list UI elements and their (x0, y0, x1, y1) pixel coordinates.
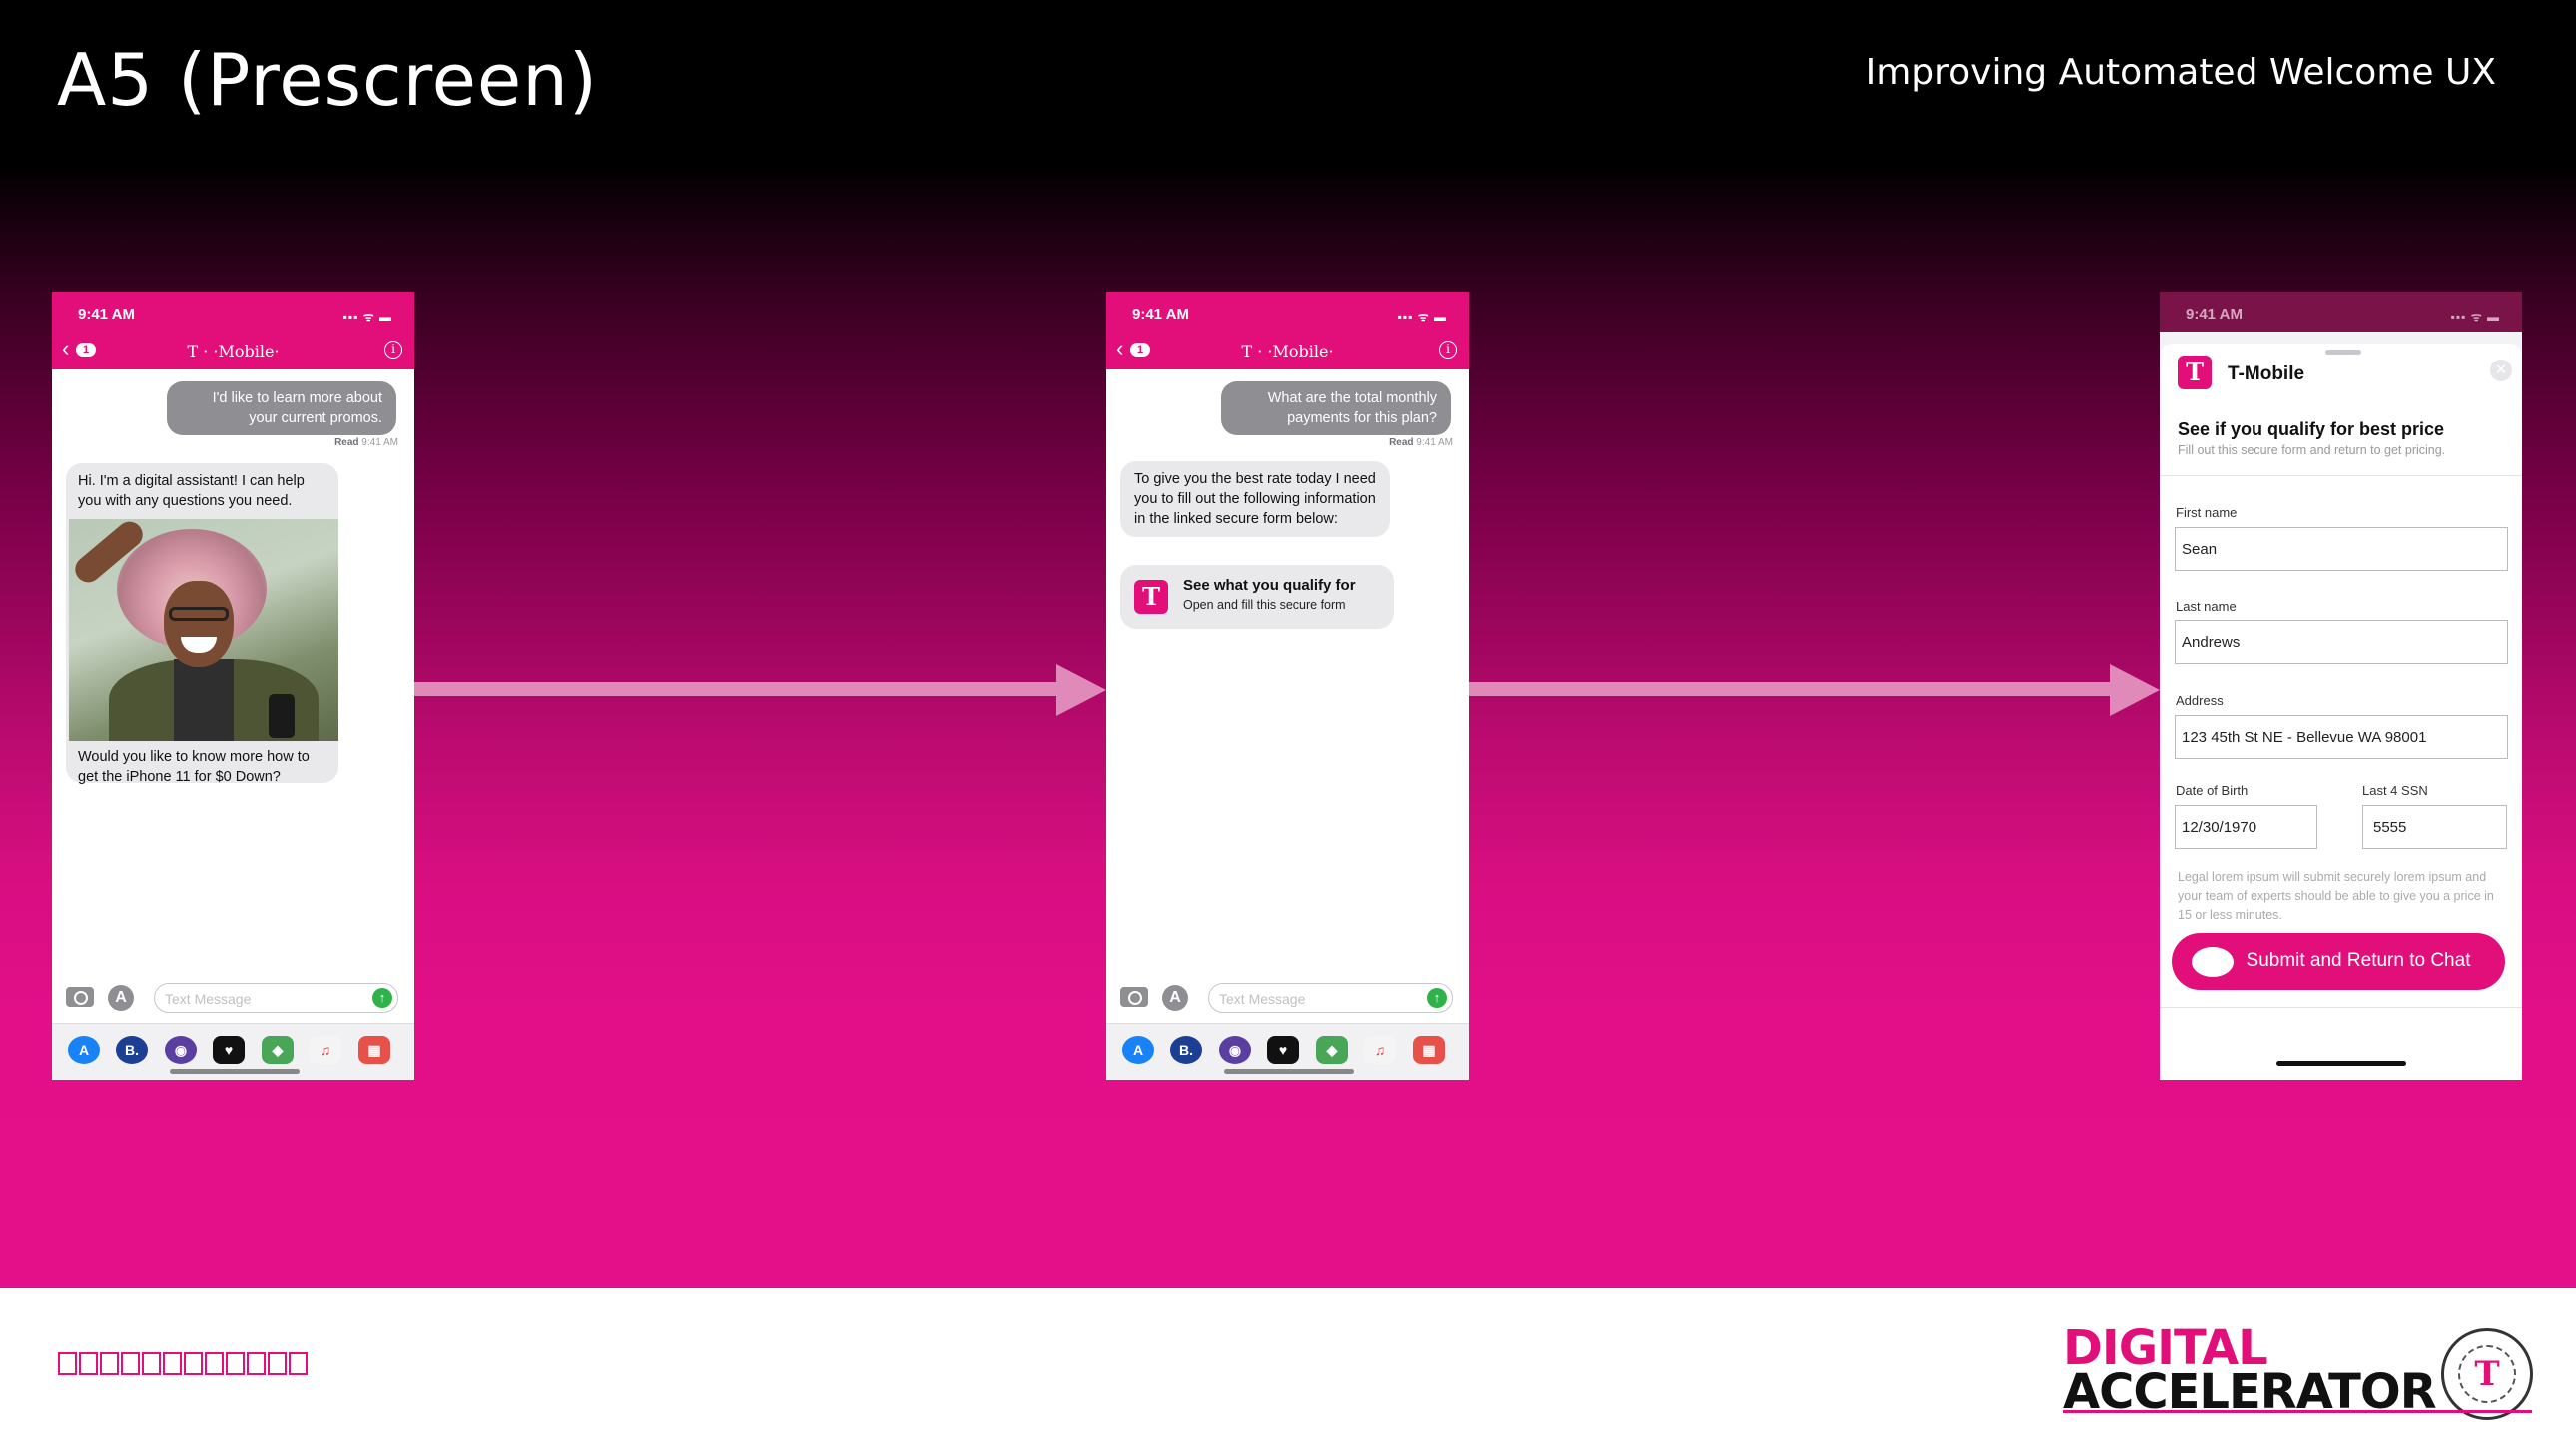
b-app-icon[interactable]: B. (1170, 1036, 1202, 1064)
read-receipt: Read 9:41 AM (1389, 437, 1453, 448)
logo-underline (2063, 1410, 2532, 1413)
message-input[interactable]: Text Message ↑ (1208, 983, 1453, 1013)
address-field[interactable]: 123 45th St NE - Bellevue WA 98001 (2175, 715, 2508, 759)
music-icon[interactable]: ♫ (1364, 1036, 1396, 1064)
secure-form-sheet: T T-Mobile ✕ See if you qualify for best… (2160, 344, 2522, 1080)
sheet-brand: T-Mobile (2228, 363, 2305, 384)
maps-icon[interactable]: ◆ (1316, 1036, 1348, 1064)
app-store-icon[interactable]: A (1122, 1036, 1154, 1064)
app-drawer: A B. ◉ ♥ ◆ ♫ ▦ (52, 1023, 414, 1080)
sheet-grabber[interactable] (2325, 350, 2361, 355)
app-drawer: A B. ◉ ♥ ◆ ♫ ▦ (1106, 1023, 1469, 1080)
camera-icon[interactable] (66, 987, 94, 1007)
send-icon[interactable]: ↑ (372, 988, 392, 1008)
maps-icon[interactable]: ◆ (262, 1036, 294, 1064)
accelerator-badge-icon: T (2441, 1328, 2533, 1420)
divider (2160, 475, 2522, 476)
music-icon[interactable]: ♫ (310, 1036, 341, 1064)
t-mobile-logo-icon: T (2178, 356, 2212, 389)
t-mobile-logo-icon: T (1134, 580, 1168, 614)
contact-name[interactable]: T · ·Mobile· (1106, 342, 1469, 361)
dob-field[interactable]: 12/30/1970 (2175, 805, 2317, 849)
status-bar: 9:41 AM ▪▪▪ ᯤ ▬ (1106, 292, 1469, 332)
submit-return-button[interactable]: Submit and Return to Chat (2172, 933, 2505, 990)
signal-icon: ▪▪▪ ᯤ ▬ (342, 310, 392, 324)
dob-label: Date of Birth (2176, 783, 2249, 798)
phone-screen-2: 9:41 AM ▪▪▪ ᯤ ▬ ‹ 1 T · ·Mobile· i What … (1106, 292, 1469, 1080)
incoming-message: To give you the best rate today I need y… (1120, 461, 1390, 537)
slide-subtitle: Improving Automated Welcome UX (1865, 52, 2496, 93)
signal-icon: ▪▪▪ ᯤ ▬ (2450, 310, 2500, 324)
card-subtitle: Open and fill this secure form (1183, 598, 1346, 612)
close-icon[interactable]: ✕ (2490, 360, 2512, 381)
phone-screen-1: 9:41 AM ▪▪▪ ᯤ ▬ ‹ 1 T · ·Mobile· i I'd l… (52, 292, 414, 1080)
form-subheading: Fill out this secure form and return to … (2178, 443, 2446, 457)
status-time: 9:41 AM (2186, 306, 2243, 323)
status-time: 9:41 AM (1132, 306, 1189, 323)
compose-row: A Text Message ↑ (52, 979, 414, 1019)
info-icon[interactable]: i (1439, 341, 1457, 359)
info-icon[interactable]: i (384, 341, 402, 359)
ssn-label: Last 4 SSN (2362, 783, 2428, 798)
first-name-label: First name (2176, 505, 2238, 520)
signal-icon: ▪▪▪ ᯤ ▬ (1397, 310, 1447, 324)
first-name-field[interactable]: Sean (2175, 527, 2508, 571)
secure-form-link-card[interactable]: T See what you qualify for Open and fill… (1120, 565, 1394, 629)
compose-row: A Text Message ↑ (1106, 979, 1469, 1019)
outgoing-message: I'd like to learn more about your curren… (167, 381, 396, 435)
heart-app-icon[interactable]: ♥ (213, 1036, 245, 1064)
flow-arrow-2 (1469, 664, 2160, 716)
status-bar: 9:41 AM ▪▪▪ ᯤ ▬ (52, 292, 414, 332)
footer-placeholder-glyphs (58, 1352, 308, 1375)
flow-arrow-1 (414, 664, 1106, 716)
form-heading: See if you qualify for best price (2178, 419, 2445, 439)
promo-photo[interactable] (69, 519, 338, 741)
outgoing-message: What are the total monthly payments for … (1221, 381, 1451, 435)
podcast-icon[interactable]: ◉ (1219, 1036, 1251, 1064)
drawer-handle[interactable] (1224, 1069, 1354, 1074)
status-bar: 9:41 AM ▪▪▪ ᯤ ▬ (2160, 292, 2522, 332)
phone-screen-3: 9:41 AM ▪▪▪ ᯤ ▬ T T-Mobile ✕ See if you … (2160, 292, 2522, 1080)
legal-text: Legal lorem ipsum will submit securely l… (2178, 870, 2494, 922)
messages-nav-bar: ‹ 1 T · ·Mobile· i (52, 332, 414, 369)
incoming-text-2: Would you like to know more how to get t… (78, 749, 310, 785)
incoming-text-1: Hi. I'm a digital assistant! I can help … (78, 473, 305, 509)
last-name-field[interactable]: Andrews (2175, 620, 2508, 664)
message-input[interactable]: Text Message ↑ (154, 983, 398, 1013)
app-store-icon[interactable]: A (68, 1036, 100, 1064)
app-store-icon[interactable]: A (108, 985, 134, 1011)
slide-title: A5 (Prescreen) (57, 38, 598, 122)
status-time: 9:41 AM (78, 306, 135, 323)
games-icon[interactable]: ▦ (358, 1036, 390, 1064)
last-name-label: Last name (2176, 599, 2237, 614)
send-icon[interactable]: ↑ (1427, 988, 1447, 1008)
heart-app-icon[interactable]: ♥ (1267, 1036, 1299, 1064)
ssn-field[interactable]: 5555 (2362, 805, 2507, 849)
slide: A5 (Prescreen) Improving Automated Welco… (0, 0, 2576, 1449)
drawer-handle[interactable] (170, 1069, 300, 1074)
messages-nav-bar: ‹ 1 T · ·Mobile· i (1106, 332, 1469, 369)
podcast-icon[interactable]: ◉ (165, 1036, 197, 1064)
games-icon[interactable]: ▦ (1413, 1036, 1445, 1064)
card-title: See what you qualify for (1183, 577, 1356, 594)
home-indicator[interactable] (2276, 1061, 2406, 1066)
divider (2160, 1007, 2522, 1008)
app-store-icon[interactable]: A (1162, 985, 1188, 1011)
contact-name[interactable]: T · ·Mobile· (52, 342, 414, 361)
read-receipt: Read 9:41 AM (334, 437, 398, 448)
submit-label: Submit and Return to Chat (2246, 950, 2471, 971)
b-app-icon[interactable]: B. (116, 1036, 148, 1064)
camera-icon[interactable] (1120, 987, 1148, 1007)
address-label: Address (2176, 693, 2224, 708)
